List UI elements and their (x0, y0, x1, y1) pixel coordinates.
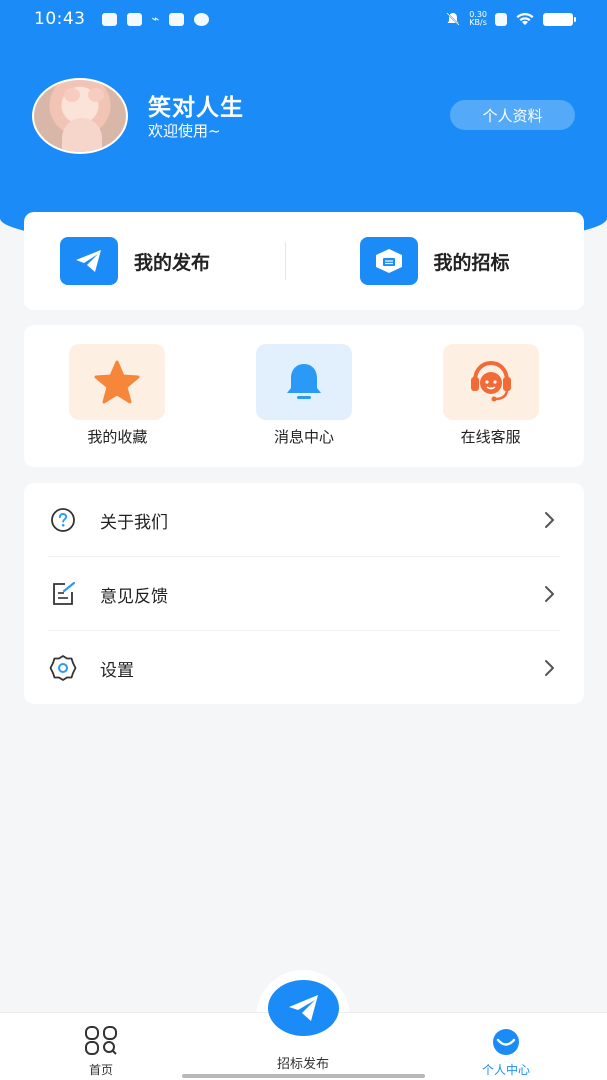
wifi-icon (516, 12, 534, 25)
publish-tender-button[interactable] (268, 980, 339, 1036)
welcome-text: 欢迎使用~ (148, 122, 221, 140)
app-notification-icon (194, 12, 210, 26)
online-service-button[interactable]: 在线客服 (397, 325, 584, 467)
menu-item-settings[interactable]: 设置 (48, 631, 560, 705)
nav-publish-tender-label[interactable]: 招标发布 (262, 1053, 344, 1072)
message-center-button[interactable]: 消息中心 (211, 325, 398, 467)
chevron-right-icon (540, 658, 560, 678)
nav-personal-center[interactable]: 个人中心 (466, 1029, 546, 1078)
gear-icon (48, 653, 78, 683)
feedback-edit-icon (48, 579, 78, 609)
sim-icon (495, 12, 507, 26)
tender-box-icon (359, 237, 418, 285)
username: 笑对人生 (148, 95, 244, 121)
menu-card: 关于我们 意见反馈 设置 (24, 483, 584, 704)
telegram-notification-icon (169, 12, 185, 26)
my-posts-label: 我的发布 (134, 251, 211, 274)
smile-face-icon (489, 1029, 523, 1059)
quick-actions-card: 我的收藏 消息中心 在线客服 (24, 325, 584, 467)
nav-home[interactable]: 首页 (68, 1025, 134, 1078)
question-circle-icon (48, 505, 78, 535)
favorites-label: 我的收藏 (87, 428, 148, 446)
mute-bell-icon (446, 12, 460, 26)
my-tenders-label: 我的招标 (433, 251, 510, 274)
paper-plane-icon (288, 995, 318, 1021)
paper-plane-icon (60, 237, 118, 285)
nav-home-label: 首页 (88, 1063, 113, 1077)
battery-icon (543, 12, 576, 26)
status-time: 10:43 (34, 9, 86, 29)
net-speed-unit: KB/s (469, 18, 487, 27)
home-indicator[interactable] (182, 1074, 425, 1078)
my-tenders-button[interactable]: 我的招标 (286, 237, 585, 285)
favorites-button[interactable]: 我的收藏 (24, 325, 211, 467)
notification-icons: ⌁ (101, 11, 210, 27)
home-grid-icon (84, 1025, 118, 1059)
usb-icon: ⌁ (151, 11, 160, 27)
mail-notification-icon (101, 12, 117, 26)
status-bar: 10:43 ⌁ 0.30 KB/s (0, 0, 607, 38)
chevron-right-icon (540, 584, 560, 604)
nav-personal-center-label: 个人中心 (481, 1063, 530, 1077)
top-actions-card: 我的发布 我的招标 (24, 212, 584, 310)
star-icon (69, 344, 166, 420)
message-center-label: 消息中心 (274, 428, 335, 446)
avatar[interactable] (32, 78, 128, 154)
message-notification-icon (126, 12, 142, 26)
bell-icon (256, 344, 352, 420)
status-right-group: 0.30 KB/s (445, 11, 576, 27)
menu-item-about-us[interactable]: 关于我们 (48, 483, 560, 557)
menu-item-feedback[interactable]: 意见反馈 (48, 557, 560, 631)
profile-button[interactable]: 个人资料 (450, 100, 575, 130)
menu-label: 设置 (100, 660, 134, 681)
online-service-label: 在线客服 (460, 428, 521, 446)
customer-service-icon (442, 344, 539, 420)
net-speed: 0.30 KB/s (469, 11, 487, 27)
menu-label: 关于我们 (100, 512, 168, 533)
my-posts-button[interactable]: 我的发布 (24, 237, 285, 285)
chevron-right-icon (540, 510, 560, 530)
menu-label: 意见反馈 (100, 586, 168, 607)
